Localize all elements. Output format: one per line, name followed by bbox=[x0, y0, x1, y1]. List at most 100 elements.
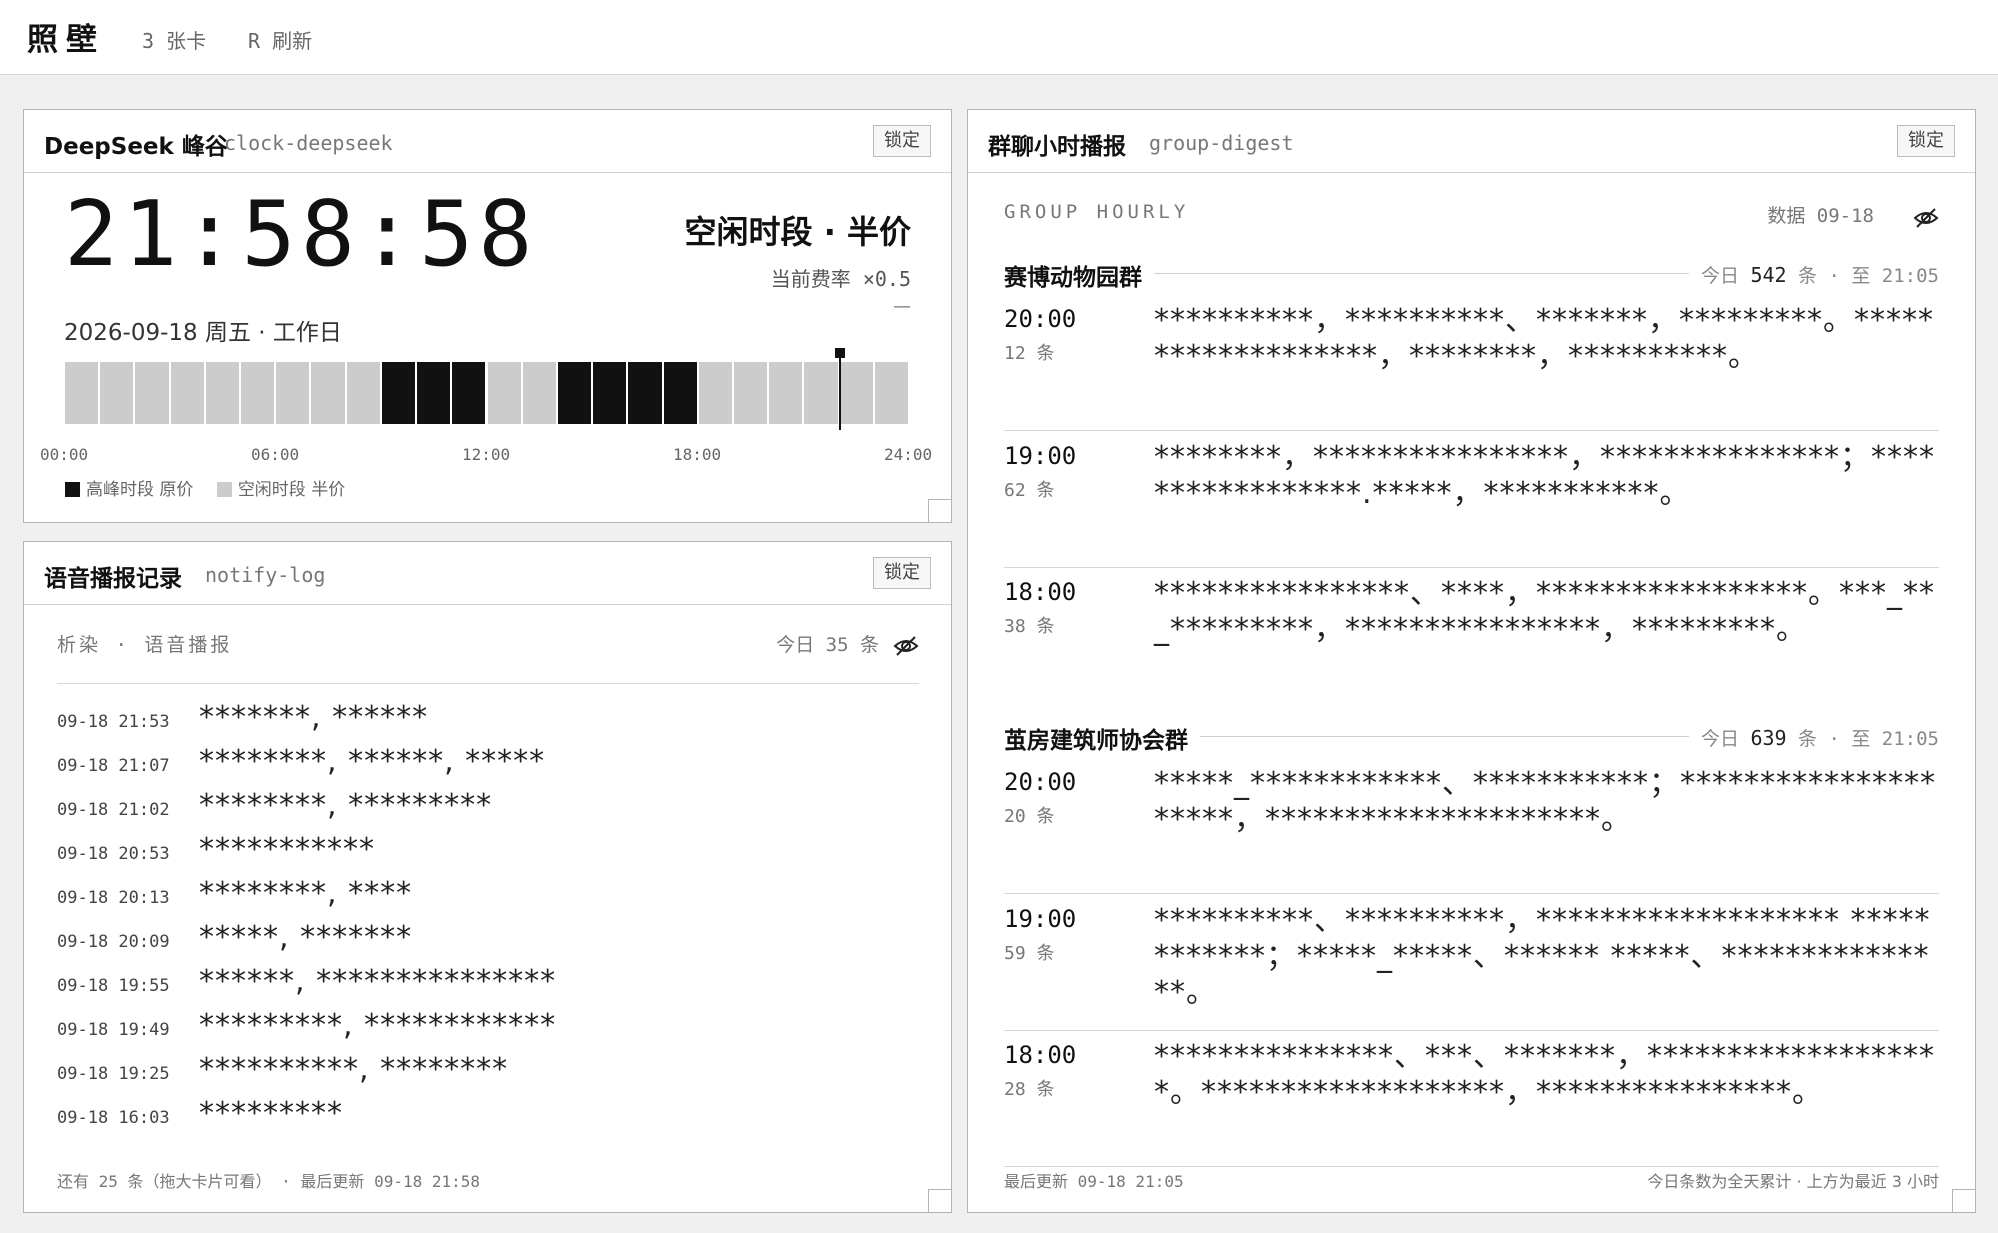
hour-cell-off bbox=[276, 362, 310, 424]
clock-date: 2026-09-18 周五 · 工作日 bbox=[64, 320, 342, 346]
hour-cell-off bbox=[839, 362, 873, 424]
log-text: **********, ******** bbox=[199, 1052, 509, 1087]
rate-sub: — bbox=[893, 296, 911, 317]
log-time: 09-18 20:09 bbox=[57, 932, 170, 952]
hour-cell-peak bbox=[557, 362, 592, 424]
tick-label: 00:00 bbox=[40, 445, 89, 464]
tick-label: 24:00 bbox=[884, 445, 933, 464]
hour-cell-off bbox=[522, 362, 556, 424]
card-id: group-digest bbox=[1149, 131, 1294, 155]
group-today-label: 今日 bbox=[1701, 265, 1740, 287]
log-time: 09-18 21:53 bbox=[57, 712, 170, 732]
now-marker bbox=[834, 348, 845, 430]
digest-entry: 20:00 12 条 **********，**********、*******… bbox=[1004, 303, 1939, 431]
card-title: 语音播报记录 bbox=[44, 566, 182, 592]
clock-card[interactable]: DeepSeek 峰谷 clock-deepseek 锁定 21:58:58 2… bbox=[23, 109, 952, 523]
card-header[interactable]: 群聊小时播报 group-digest 锁定 bbox=[968, 110, 1975, 173]
log-row: 09-18 19:49 *********, ************ bbox=[57, 1008, 556, 1048]
entry-hour: 20:00 bbox=[1004, 768, 1077, 796]
resize-handle[interactable] bbox=[928, 499, 951, 522]
hide-eye-icon[interactable] bbox=[1913, 206, 1939, 230]
tick-label: 18:00 bbox=[673, 445, 722, 464]
hour-cell-peak bbox=[417, 362, 451, 424]
hour-cell-peak bbox=[593, 362, 627, 424]
tick-label: 12:00 bbox=[462, 445, 511, 464]
log-text: ********* bbox=[199, 1096, 343, 1131]
digest-subtitle: GROUP HOURLY bbox=[1004, 201, 1190, 223]
card-header[interactable]: 语音播报记录 notify-log 锁定 bbox=[24, 542, 951, 605]
data-date: 数据 09-18 bbox=[1767, 205, 1874, 227]
digest-entry: 18:00 28 条 ***************、***、*******，*… bbox=[1004, 1039, 1939, 1167]
log-footer: 还有 25 条（拖大卡片可看） · 最后更新 09-18 21:58 bbox=[57, 1172, 481, 1191]
app-title: 照壁 bbox=[27, 22, 105, 58]
digest-footer-left: 最后更新 09-18 21:05 bbox=[1004, 1172, 1184, 1191]
group-today-label: 今日 bbox=[1701, 728, 1740, 750]
digest-entry: 19:00 59 条 **********、**********，*******… bbox=[1004, 903, 1939, 1031]
digest-footer-right: 今日条数为全天累计 · 上方为最近 3 小时 bbox=[1647, 1172, 1939, 1191]
log-row: 09-18 16:03 ********* bbox=[57, 1096, 343, 1136]
log-text: ********, **** bbox=[199, 876, 413, 911]
refresh-hint[interactable]: R 刷新 bbox=[248, 25, 312, 54]
card-title: DeepSeek 峰谷 bbox=[44, 134, 228, 160]
card-title: 群聊小时播报 bbox=[988, 134, 1126, 160]
entry-hour: 18:00 bbox=[1004, 578, 1077, 606]
entry-count: 38 条 bbox=[1004, 616, 1055, 637]
entry-count: 59 条 bbox=[1004, 943, 1055, 964]
hour-cell-off bbox=[874, 362, 908, 424]
hour-cell-off bbox=[135, 362, 169, 424]
legend-off-swatch bbox=[216, 482, 232, 497]
log-text: *****, ******* bbox=[199, 920, 413, 955]
hour-cell-off bbox=[769, 362, 803, 424]
resize-handle[interactable] bbox=[928, 1189, 951, 1212]
hour-cell-off bbox=[487, 362, 521, 424]
log-row: 09-18 21:02 ********, ********* bbox=[57, 788, 492, 828]
log-text: ********, ********* bbox=[199, 788, 493, 823]
hour-cell-off bbox=[100, 362, 134, 424]
log-time: 09-18 20:53 bbox=[57, 844, 170, 864]
now-marker-dot bbox=[834, 348, 845, 358]
hour-cell-peak bbox=[452, 362, 486, 424]
card-id: notify-log bbox=[205, 563, 326, 587]
period-label: 空闲时段 · 半价 bbox=[684, 213, 911, 251]
group-digest-card[interactable]: 群聊小时播报 group-digest 锁定 GROUP HOURLY 数据 0… bbox=[967, 109, 1976, 1213]
entry-text: ****************、****，*****************。… bbox=[1154, 576, 1935, 647]
entry-text: **********、**********，******************… bbox=[1154, 903, 1931, 1010]
log-row: 09-18 19:25 **********, ******** bbox=[57, 1052, 508, 1092]
entry-hour: 19:00 bbox=[1004, 442, 1077, 470]
log-row: 09-18 20:13 ********, **** bbox=[57, 876, 412, 916]
hour-cell-peak bbox=[381, 362, 416, 424]
hour-cell-off bbox=[205, 362, 240, 424]
legend-off-label: 空闲时段 半价 bbox=[237, 480, 346, 500]
hour-cell-off bbox=[170, 362, 204, 424]
notify-log-card[interactable]: 语音播报记录 notify-log 锁定 析染 · 语音播报 今日 35 条 0… bbox=[23, 541, 952, 1213]
card-count-hint: 3 张卡 bbox=[142, 29, 207, 53]
group-meta: 今日 542 条 · 至 21:05 bbox=[1689, 261, 1939, 288]
log-text: ********, ******, ***** bbox=[199, 744, 546, 779]
entry-text: ***************、***、*******，************… bbox=[1154, 1039, 1935, 1110]
lock-button[interactable]: 锁定 bbox=[873, 557, 931, 589]
hide-eye-icon[interactable] bbox=[893, 634, 919, 658]
card-header[interactable]: DeepSeek 峰谷 clock-deepseek 锁定 bbox=[24, 110, 951, 173]
legend-peak-label: 高峰时段 原价 bbox=[86, 480, 194, 500]
group-count: 542 bbox=[1750, 263, 1787, 287]
entry-count: 28 条 bbox=[1004, 1079, 1055, 1100]
group-count-unit: 条 · 至 21:05 bbox=[1798, 728, 1939, 750]
tick-label: 06:00 bbox=[251, 445, 300, 464]
log-row: 09-18 21:53 *******, ****** bbox=[57, 700, 428, 740]
today-count: 今日 35 条 bbox=[776, 634, 879, 656]
log-text: *********, ************ bbox=[199, 1008, 557, 1043]
hour-cell-off bbox=[698, 362, 732, 424]
log-time: 09-18 19:25 bbox=[57, 1064, 170, 1084]
hour-cell-peak bbox=[628, 362, 662, 424]
group-name: 赛博动物园群 bbox=[1004, 258, 1154, 292]
lock-button[interactable]: 锁定 bbox=[873, 125, 931, 157]
resize-handle[interactable] bbox=[1952, 1189, 1975, 1212]
lock-button[interactable]: 锁定 bbox=[1897, 125, 1955, 157]
entry-count: 12 条 bbox=[1004, 343, 1055, 364]
legend: 高峰时段 原价 空闲时段 半价 bbox=[65, 475, 345, 500]
log-text: *******, ****** bbox=[199, 700, 429, 735]
log-time: 09-18 16:03 bbox=[57, 1108, 170, 1128]
group-count-unit: 条 · 至 21:05 bbox=[1798, 265, 1939, 287]
log-time: 09-18 21:02 bbox=[57, 800, 170, 820]
entry-count: 20 条 bbox=[1004, 806, 1055, 827]
